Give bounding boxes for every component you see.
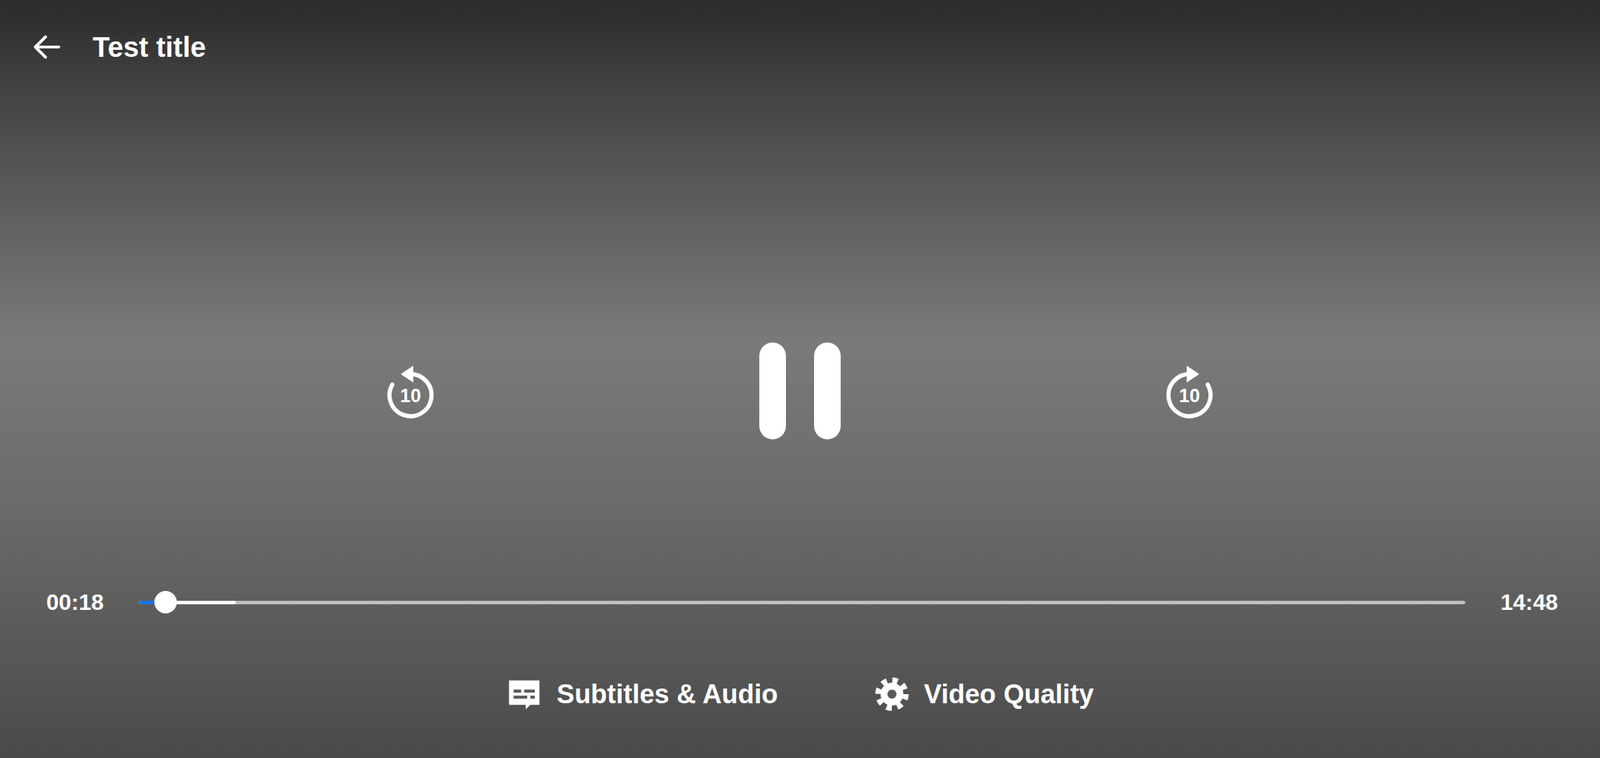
back-button[interactable]	[29, 29, 65, 65]
action-label: Subtitles & Audio	[556, 679, 778, 710]
gear-icon	[873, 675, 911, 713]
pause-icon	[759, 342, 841, 440]
duration-time: 14:48	[1500, 589, 1558, 616]
playback-controls: 10 10	[0, 234, 1600, 548]
seek-bar[interactable]	[138, 600, 1466, 605]
seek-row: 00:18 14:48	[0, 547, 1600, 657]
play-pause-button[interactable]	[759, 342, 841, 440]
seek-thumb[interactable]	[154, 590, 177, 614]
action-button[interactable]: Video Quality	[868, 671, 1100, 717]
rewind-button[interactable]: 10	[376, 357, 445, 425]
video-title: Test title	[92, 31, 207, 64]
player-overlay: Test title 10 10 00:18 14:48 Subtitles & Audi…	[0, 0, 1600, 758]
bottom-actions: Subtitles & Audio Video Quality	[0, 656, 1600, 732]
action-label: Video Quality	[924, 679, 1095, 710]
video-player: Test title 10 10 00:18 14:48 Subtitles & Audi…	[0, 0, 1600, 758]
subtitles-icon	[505, 675, 543, 713]
top-bar: Test title	[0, 0, 1600, 95]
forward-button[interactable]: 10	[1155, 357, 1224, 425]
action-button[interactable]: Subtitles & Audio	[500, 671, 784, 717]
back-arrow-icon	[29, 29, 65, 65]
elapsed-time: 00:18	[46, 589, 104, 616]
rewind-seconds: 10	[400, 385, 422, 408]
forward-seconds: 10	[1178, 385, 1200, 408]
